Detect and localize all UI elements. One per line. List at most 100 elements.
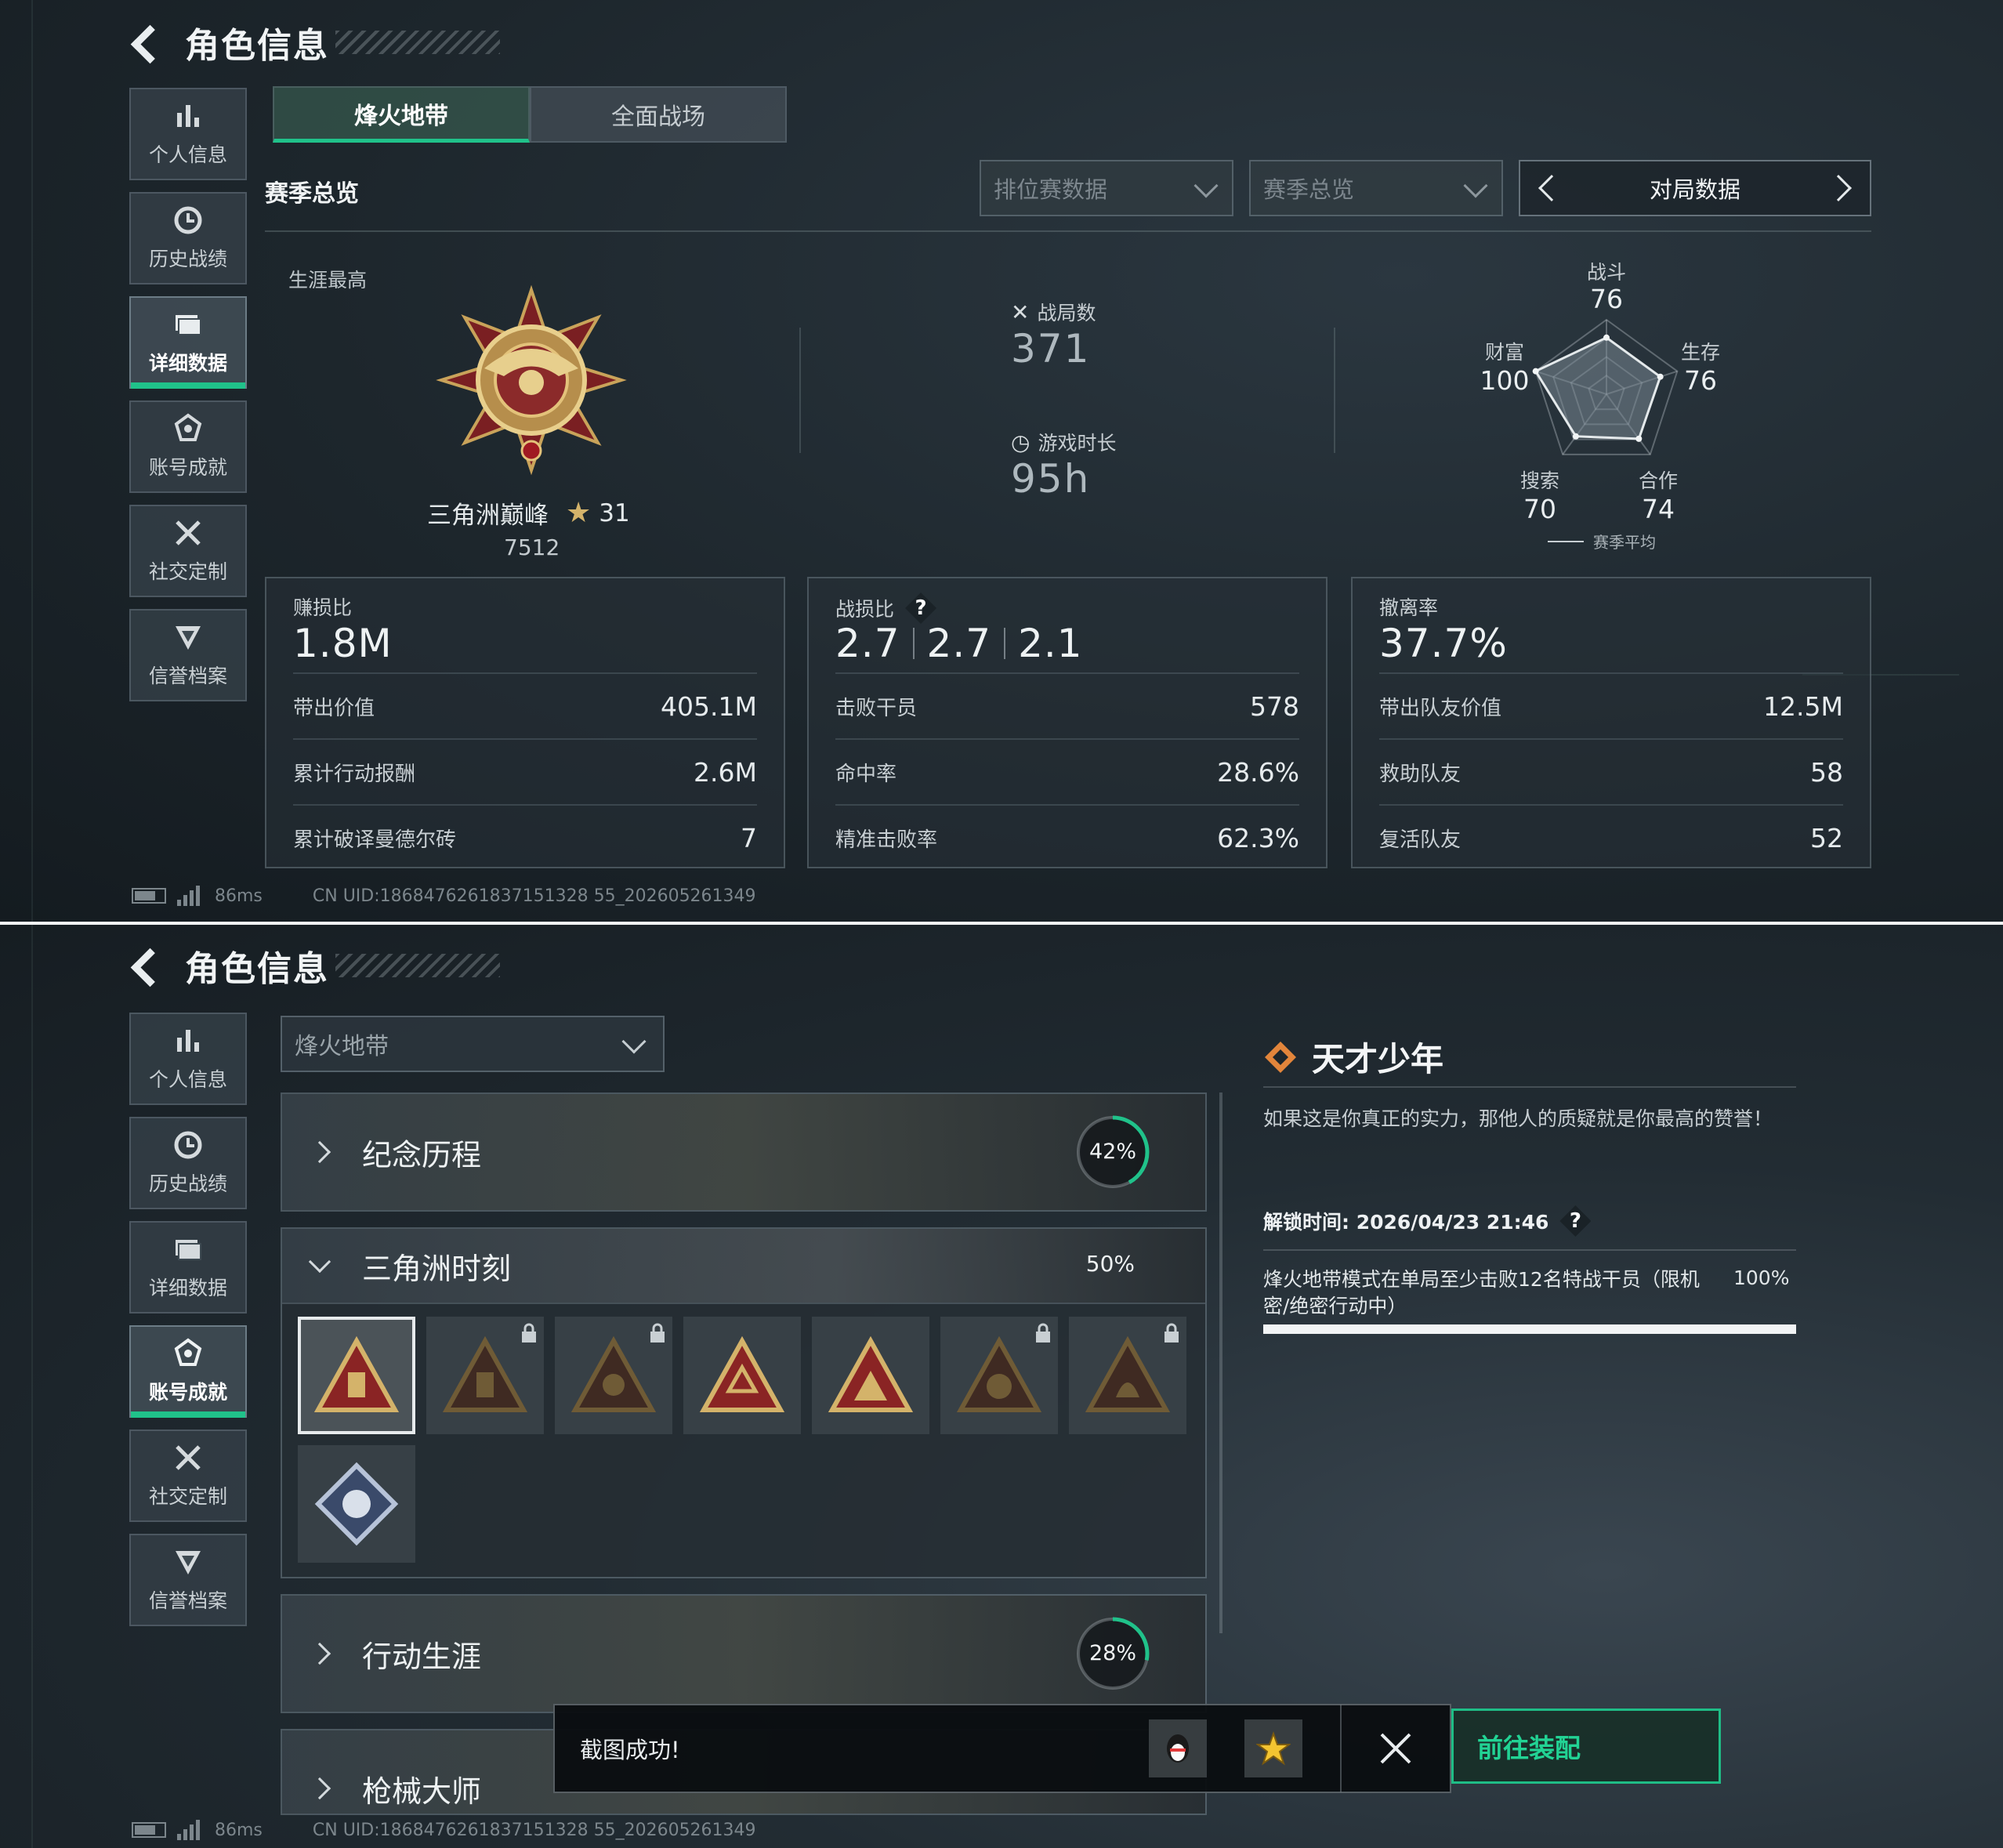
- screenshot-toast: 截图成功!: [553, 1704, 1451, 1793]
- sidebar-item-reputation[interactable]: 信誉档案: [129, 609, 247, 701]
- triangle-badge-icon: [442, 1336, 528, 1412]
- triangle-badge-icon: [313, 1336, 400, 1412]
- divider: [265, 230, 1871, 232]
- close-toast-button[interactable]: [1340, 1705, 1450, 1792]
- category-career[interactable]: 行动生涯 28%: [281, 1594, 1207, 1713]
- category-name: 行动生涯: [362, 1639, 482, 1674]
- achievement-badge-locked[interactable]: [1069, 1317, 1186, 1434]
- sidebar-item-social[interactable]: 社交定制: [129, 505, 247, 597]
- row-key: 救助队友: [1379, 762, 1462, 786]
- stopwatch-icon: ◷: [1011, 429, 1030, 455]
- table-row: 带出队友价值 12.5M: [1379, 672, 1843, 738]
- mode-tabs: 烽火地带 全面战场: [273, 86, 787, 143]
- chevron-down-icon: [1463, 173, 1488, 198]
- bar-chart-icon: [172, 1025, 204, 1060]
- requirement-percent: 100%: [1733, 1266, 1790, 1289]
- row-key: 复活队友: [1379, 828, 1462, 852]
- card-value-triple: 2.7 2.7 2.1: [835, 621, 1083, 666]
- unlock-time-row: 解锁时间: 2026/04/23 21:46 ?: [1263, 1205, 1592, 1237]
- tab-battlefield[interactable]: 全面战场: [530, 86, 787, 143]
- row-key: 累计破译曼德尔砖: [293, 828, 457, 852]
- sidebar-item-details[interactable]: 详细数据: [129, 296, 247, 389]
- achievement-badge[interactable]: [683, 1317, 801, 1434]
- emblem-icon: [172, 1338, 204, 1372]
- row-value: 578: [1250, 690, 1299, 722]
- back-arrow-icon[interactable]: [125, 948, 161, 984]
- decor-line: [31, 0, 33, 922]
- table-row: 救助队友 58: [1379, 738, 1843, 804]
- separator: [1004, 628, 1006, 659]
- page-title: 角色信息: [185, 949, 329, 989]
- sidebar-item-label: 详细数据: [148, 1277, 227, 1299]
- chevron-down-icon: [1193, 173, 1219, 198]
- triangle-badge-icon: [828, 1336, 914, 1412]
- unlock-time: 解锁时间: 2026/04/23 21:46: [1263, 1211, 1549, 1234]
- sidebar-item-profile[interactable]: 个人信息: [129, 1013, 247, 1105]
- divider: [1334, 328, 1335, 453]
- help-icon[interactable]: ?: [905, 592, 937, 624]
- card-rows: 带出价值 405.1M 累计行动报酬 2.6M 累计破译曼德尔砖 7: [293, 672, 757, 870]
- go-loadout-button[interactable]: 前往装配: [1451, 1708, 1721, 1784]
- achievement-badge[interactable]: [812, 1317, 929, 1434]
- radar-axis-value: 74: [1642, 494, 1675, 524]
- achievement-badge[interactable]: [298, 1445, 415, 1563]
- lock-icon: [650, 1323, 665, 1343]
- row-value: 62.3%: [1217, 822, 1299, 853]
- sidebar-item-reputation[interactable]: 信誉档案: [129, 1534, 247, 1626]
- chevron-left-icon[interactable]: [1538, 175, 1565, 201]
- sidebar-item-profile[interactable]: 个人信息: [129, 88, 247, 180]
- table-row: 累计破译曼德尔砖 7: [293, 804, 757, 870]
- back-arrow-icon[interactable]: [125, 24, 161, 60]
- sidebar-item-details[interactable]: 详细数据: [129, 1221, 247, 1314]
- achievement-badge-locked[interactable]: [555, 1317, 672, 1434]
- chevron-right-icon: [308, 1642, 331, 1665]
- radar-value-point: [1635, 435, 1643, 442]
- bar-chart-icon: [172, 100, 204, 135]
- sidebar: 个人信息 历史战绩 详细数据 账号成就 社交定制 信誉档案: [129, 1013, 247, 1638]
- category-header[interactable]: 行动生涯 28%: [282, 1596, 1205, 1712]
- category-header[interactable]: 三角洲时刻 50%: [282, 1229, 1205, 1303]
- chevron-right-icon[interactable]: [1825, 175, 1852, 201]
- uid-text: CN UID:1868476261837151328 55_2026052613…: [312, 1820, 756, 1840]
- mode-select[interactable]: 烽火地带: [281, 1016, 665, 1072]
- card-rows: 击败干员 578 命中率 28.6% 精准击败率 62.3%: [835, 672, 1299, 870]
- category-memorial[interactable]: 纪念历程 42%: [281, 1092, 1207, 1212]
- filter-select-mode[interactable]: 排位赛数据: [980, 160, 1233, 216]
- card-rows: 带出队友价值 12.5M 救助队友 58 复活队友 52: [1379, 672, 1843, 870]
- share-qq-button[interactable]: [1149, 1719, 1207, 1777]
- ping-text: 86ms: [215, 1820, 263, 1840]
- triangle-badge-icon: [1085, 1336, 1171, 1412]
- help-icon[interactable]: ?: [1559, 1205, 1592, 1237]
- radar-axis-value: 76: [1590, 284, 1623, 314]
- radar-axis-label: 战斗: [1586, 261, 1626, 284]
- row-key: 击败干员: [835, 696, 918, 720]
- matches-label: ✕ 战局数: [1011, 298, 1096, 326]
- sidebar-item-social[interactable]: 社交定制: [129, 1429, 247, 1522]
- achievement-badge-locked[interactable]: [426, 1317, 544, 1434]
- chevron-right-icon: [308, 1777, 331, 1800]
- penguin-icon: [1167, 1734, 1189, 1763]
- diamond-emblem-icon: [1265, 1041, 1296, 1073]
- sidebar-item-achievements[interactable]: 账号成就: [129, 1325, 247, 1418]
- battery-icon: [132, 888, 166, 904]
- sidebar-item-history[interactable]: 历史战绩: [129, 192, 247, 284]
- playtime-value: 95h: [1011, 456, 1091, 502]
- category-header[interactable]: 纪念历程 42%: [282, 1094, 1205, 1210]
- row-key: 命中率: [835, 762, 897, 786]
- scrollbar[interactable]: [1219, 1092, 1222, 1633]
- title-decor: [335, 954, 500, 977]
- table-row: 精准击败率 62.3%: [835, 804, 1299, 870]
- sidebar-item-achievements[interactable]: 账号成就: [129, 400, 247, 493]
- sidebar-item-history[interactable]: 历史战绩: [129, 1117, 247, 1209]
- table-row: 击败干员 578: [835, 672, 1299, 738]
- achievement-badge[interactable]: [298, 1317, 415, 1434]
- row-value: 12.5M: [1763, 690, 1843, 722]
- sidebar: 个人信息 历史战绩 详细数据 账号成就 社交定制 信誉档案: [129, 88, 247, 713]
- achievement-badge-locked[interactable]: [940, 1317, 1058, 1434]
- share-favorite-button[interactable]: [1244, 1719, 1302, 1777]
- filter-select-season[interactable]: 赛季总览: [1249, 160, 1503, 216]
- radar-axis-label: 生存: [1680, 341, 1720, 364]
- shield-icon: [172, 621, 204, 656]
- tab-warzone[interactable]: 烽火地带: [273, 86, 530, 143]
- star-icon: ★: [566, 497, 592, 529]
